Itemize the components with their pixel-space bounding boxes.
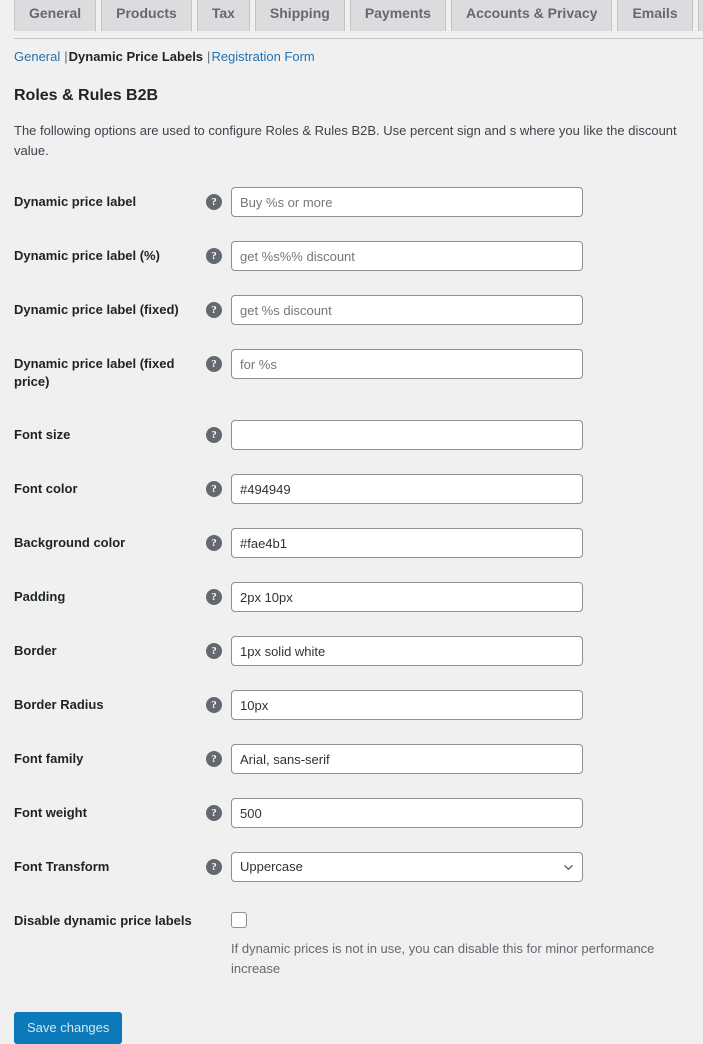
form-row-padding: Padding? — [0, 570, 703, 624]
field-label-padding: Padding — [14, 589, 66, 605]
subnav-item: |Registration Form — [203, 49, 315, 64]
nav-tab-payments[interactable]: Payments — [349, 0, 446, 31]
form-row-font-family: Font family? — [0, 732, 703, 786]
help-icon[interactable]: ? — [206, 589, 222, 606]
dynamic-price-label-fixed-price-input[interactable] — [231, 349, 583, 380]
help-icon[interactable]: ? — [206, 356, 222, 373]
form-row-dynamic-price-label-fixed: Dynamic price label (fixed)? — [0, 283, 703, 337]
field-label-font-color: Font color — [14, 481, 78, 497]
form-row-disable-dynamic-price-labels: Disable dynamic price labels If dynamic … — [0, 894, 703, 990]
font-weight-input[interactable] — [231, 798, 583, 829]
dynamic-price-label-fixed-input[interactable] — [231, 295, 583, 326]
field-label-font-size: Font size — [14, 427, 71, 443]
form-row-font-weight: Font weight? — [0, 786, 703, 840]
save-changes-button[interactable]: Save changes — [14, 1012, 123, 1044]
font-size-input[interactable] — [231, 420, 583, 451]
help-icon[interactable]: ? — [206, 643, 222, 660]
nav-tab-shipping[interactable]: Shipping — [254, 0, 345, 31]
form-row-border-radius: Border Radius? — [0, 678, 703, 732]
field-label-border: Border — [14, 643, 57, 659]
subnav-link-general[interactable]: General — [14, 49, 60, 64]
subnav-link-registration-form[interactable]: Registration Form — [211, 49, 314, 64]
help-icon-placeholder — [206, 913, 222, 929]
nav-tab-products[interactable]: Products — [101, 0, 192, 31]
field-label-background-color: Background color — [14, 535, 126, 551]
dynamic-price-label-input[interactable] — [231, 241, 583, 272]
help-icon[interactable]: ? — [206, 751, 222, 768]
font-family-input[interactable] — [231, 744, 583, 775]
settings-form-table: Dynamic price label?Dynamic price label … — [0, 175, 703, 990]
page-title: Roles & Rules B2B — [14, 87, 159, 104]
subnav-separator: | — [64, 49, 68, 64]
font-color-input[interactable] — [231, 474, 583, 505]
padding-input[interactable] — [231, 582, 583, 613]
form-row-font-size: Font size? — [0, 408, 703, 462]
subnav-item: General — [14, 49, 60, 64]
field-label-disable-dynamic-price-labels: Disable dynamic price labels — [14, 913, 192, 929]
help-icon[interactable]: ? — [206, 194, 222, 211]
subnav: General |Dynamic Price Labels |Registratio… — [14, 48, 703, 66]
disable-dynamic-price-labels-checkbox[interactable] — [231, 912, 247, 929]
field-label-font-transform: Font Transform — [14, 859, 110, 875]
border-radius-input[interactable] — [231, 690, 583, 721]
nav-tab-accounts-privacy[interactable]: Accounts & Privacy — [450, 0, 613, 31]
field-label-border-radius: Border Radius — [14, 697, 104, 713]
help-icon[interactable]: ? — [206, 805, 222, 822]
nav-tab-emails[interactable]: Emails — [617, 0, 693, 31]
font-transform-select[interactable]: NoneUppercaseLowercaseCapitalize — [231, 852, 583, 883]
submit-area: Save changes — [14, 1012, 703, 1044]
form-row-border: Border? — [0, 624, 703, 678]
help-icon[interactable]: ? — [206, 248, 222, 265]
field-label-dynamic-price-label: Dynamic price label (%) — [14, 248, 160, 264]
form-row-dynamic-price-label: Dynamic price label (%)? — [0, 229, 703, 283]
form-row-dynamic-price-label-fixed-price: Dynamic price label (fixed price)? — [0, 337, 703, 408]
nav-tab-general[interactable]: General — [14, 0, 97, 31]
help-icon[interactable]: ? — [206, 427, 222, 444]
settings-tab-bar: General Products Tax Shipping Payments Accoun… — [0, 0, 703, 39]
border-input[interactable] — [231, 636, 583, 667]
field-label-dynamic-price-label-fixed: Dynamic price label (fixed) — [14, 302, 179, 318]
help-icon[interactable]: ? — [206, 481, 222, 498]
form-row-font-transform: Font Transform ? NoneUppercaseLowercaseC… — [0, 840, 703, 894]
help-icon[interactable]: ? — [206, 535, 222, 552]
disable-dynamic-price-labels-description: If dynamic prices is not in use, you can… — [231, 941, 655, 976]
field-label-font-family: Font family — [14, 751, 84, 767]
dynamic-price-label-input[interactable] — [231, 187, 583, 218]
form-row-dynamic-price-label: Dynamic price label? — [0, 175, 703, 229]
field-label-font-weight: Font weight — [14, 805, 87, 821]
subnav-link-dynamic-price-labels[interactable]: Dynamic Price Labels — [69, 49, 203, 64]
nav-tab-tax[interactable]: Tax — [196, 0, 250, 31]
help-icon[interactable]: ? — [206, 697, 222, 714]
field-label-dynamic-price-label: Dynamic price label — [14, 194, 137, 210]
form-row-background-color: Background color? — [0, 516, 703, 570]
help-icon[interactable]: ? — [206, 302, 222, 319]
background-color-input[interactable] — [231, 528, 583, 559]
field-label-dynamic-price-label-fixed-price: Dynamic price label (fixed price) — [14, 356, 175, 389]
subnav-item: |Dynamic Price Labels — [60, 49, 203, 64]
help-icon[interactable]: ? — [206, 859, 222, 876]
page-description: The following options are used to config… — [14, 123, 677, 158]
nav-tab-integration[interactable]: Integration — [697, 0, 703, 31]
form-row-font-color: Font color? — [0, 462, 703, 516]
